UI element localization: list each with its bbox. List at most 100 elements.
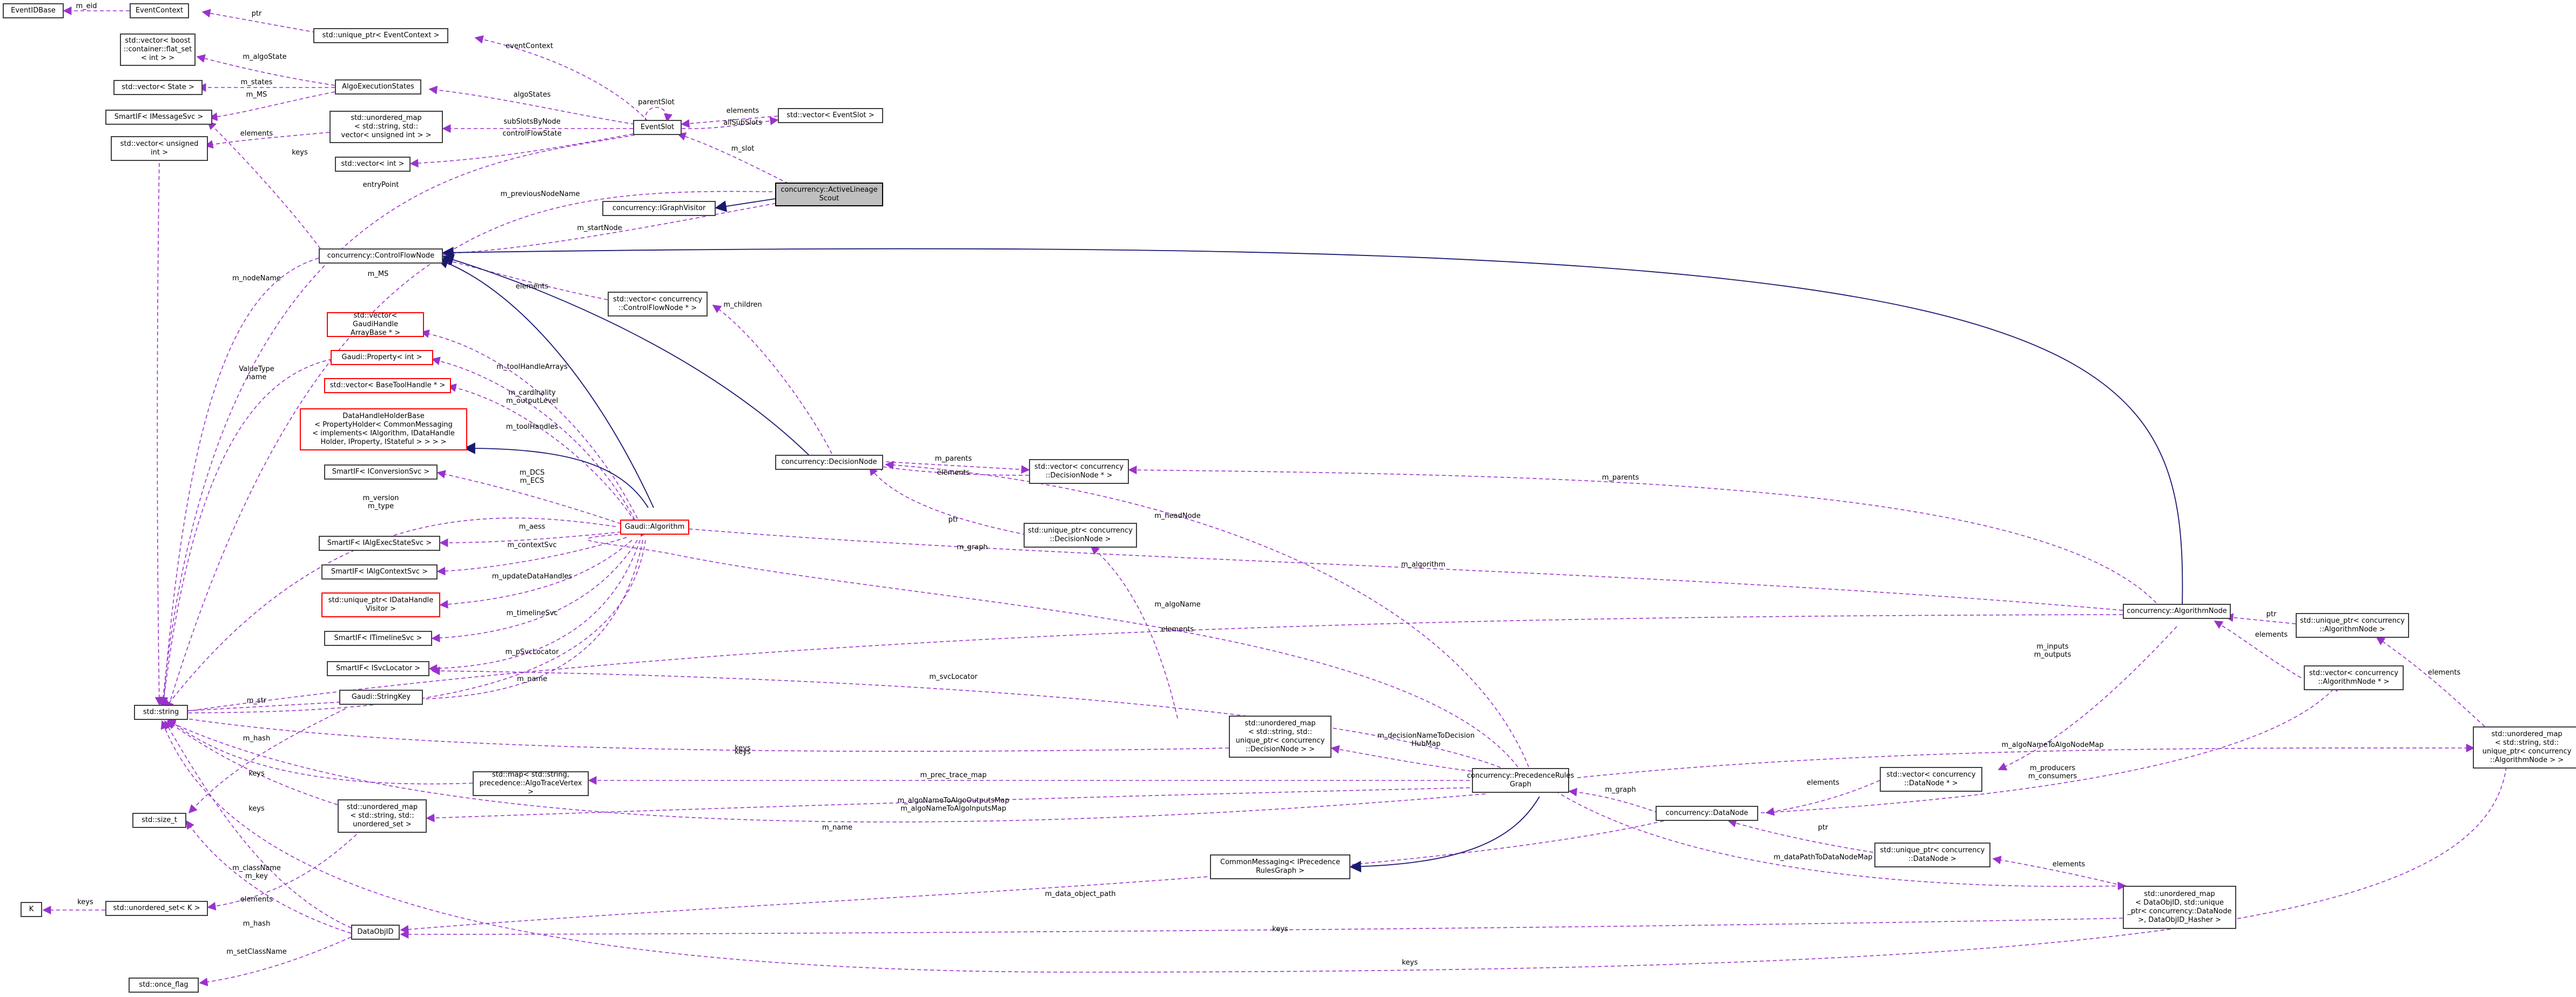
- edge-label: elements: [726, 107, 759, 115]
- node-decisionnode[interactable]: concurrency::DecisionNode: [775, 455, 883, 470]
- node-eventcontext[interactable]: EventContext: [130, 3, 189, 18]
- edge-an-alg: [680, 524, 2123, 611]
- edge-stringkey-sizet: [188, 708, 346, 814]
- edge-label: m_contextSvc: [507, 541, 557, 549]
- edge-label: m_str: [246, 697, 267, 705]
- edge-cfn-smartif-msg: [207, 120, 325, 254]
- node-algorithmnode[interactable]: concurrency::AlgorithmNode: [2123, 604, 2231, 619]
- node-vector-unsigned-int[interactable]: std::vector< unsigned int >: [111, 136, 208, 161]
- node-activelineagescout[interactable]: concurrency::ActiveLineage Scout: [775, 183, 883, 206]
- node-dataobjid[interactable]: DataObjID: [351, 925, 400, 940]
- edge-label: m_slot: [731, 145, 755, 153]
- edge-label: m_decisionNameToDecision HubMap: [1377, 732, 1475, 748]
- edge-uptrdatanode-datanode: [1727, 819, 1880, 854]
- node-gaudi-property-int[interactable]: Gaudi::Property< int >: [331, 350, 433, 365]
- node-vector-int[interactable]: std::vector< int >: [335, 157, 411, 172]
- node-vector-flatset[interactable]: std::vector< boost ::container::flat_set…: [120, 33, 196, 66]
- edge-label: keys: [248, 770, 265, 778]
- node-smartif-itimelinesvc[interactable]: SmartIF< ITimelineSvc >: [324, 631, 432, 646]
- collaboration-diagram: EventIDBase EventContext std::vector< bo…: [0, 0, 2576, 997]
- node-once-flag[interactable]: std::once_flag: [129, 978, 199, 993]
- edge-label: m_hash: [243, 920, 271, 928]
- node-unique-ptr-datanode[interactable]: std::unique_ptr< concurrency ::DataNode …: [1874, 843, 1990, 867]
- node-vector-cfn-ptr[interactable]: std::vector< concurrency ::ControlFlowNo…: [608, 292, 708, 316]
- node-datahandleholderbase[interactable]: DataHandleHolderBase < PropertyHolder< C…: [300, 408, 467, 450]
- node-precedencerulesgraph[interactable]: concurrency::PrecedenceRules Graph: [1467, 768, 1574, 793]
- edge-van-an: [2214, 621, 2302, 678]
- edge-label: m_graph: [957, 543, 988, 551]
- node-iprecedencerulesgraph[interactable]: CommonMessaging< IPrecedence RulesGraph …: [1210, 854, 1350, 879]
- edge-label: m_parents: [1602, 474, 1639, 482]
- edge-label: elements: [2052, 860, 2086, 868]
- node-vector-datanode-ptr[interactable]: std::vector< concurrency ::DataNode * >: [1880, 767, 1982, 792]
- node-datanode[interactable]: concurrency::DataNode: [1656, 806, 1758, 821]
- edge-decision-cfn: [442, 254, 811, 457]
- node-smartif-isvclocator[interactable]: SmartIF< ISvcLocator >: [327, 661, 429, 676]
- edge-label: m_eid: [76, 2, 97, 10]
- node-gaudi-stringkey[interactable]: Gaudi::StringKey: [339, 690, 423, 705]
- edge-label: controlFlowState: [502, 130, 562, 138]
- node-k[interactable]: K: [21, 902, 42, 917]
- edge-label: elements: [1806, 779, 1840, 787]
- edge-datanode-graph: [1568, 787, 1659, 813]
- node-smartif-imessagesvc[interactable]: SmartIF< IMessageSvc >: [105, 110, 212, 125]
- edge-label: ptr: [948, 516, 959, 524]
- edge-tracemap-string: [166, 717, 473, 785]
- edge-uptran-an: [2224, 613, 2296, 624]
- edge-scout-igraphvisitor: [715, 198, 776, 212]
- edge-label: elements: [240, 895, 273, 904]
- node-unordered-map-dataobjid[interactable]: std::unordered_map < DataObjID, std::uni…: [2123, 886, 2236, 929]
- node-eventslot[interactable]: EventSlot: [633, 120, 682, 135]
- edge-alg-timeline: [431, 540, 638, 643]
- edge-label: elements: [2255, 631, 2288, 639]
- node-unordered-map-unordered-set[interactable]: std::unordered_map < std::string, std:: …: [338, 799, 427, 833]
- node-vector-state[interactable]: std::vector< State >: [113, 80, 203, 95]
- node-smartif-iconversionsvc[interactable]: SmartIF< IConversionSvc >: [324, 464, 438, 480]
- edge-label: ptr: [251, 10, 262, 18]
- edge-alg-vbth: [447, 383, 635, 522]
- node-unique-ptr-algorithmnode[interactable]: std::unique_ptr< concurrency ::Algorithm…: [2296, 613, 2409, 638]
- node-vector-basetoolhandle[interactable]: std::vector< BaseToolHandle * >: [324, 378, 451, 393]
- edge-label: m_pSvcLocator: [505, 648, 559, 656]
- node-unordered-map-decisionnode[interactable]: std::unordered_map < std::string, std:: …: [1229, 716, 1331, 758]
- node-vector-algorithmnode-ptr[interactable]: std::vector< concurrency ::AlgorithmNode…: [2304, 665, 2404, 690]
- edge-label: m_hash: [243, 735, 271, 743]
- edge-label: m_DCS m_ECS: [519, 469, 545, 485]
- edge-eventslot-uptrctx: [474, 35, 649, 122]
- edge-graph-decision: [885, 461, 1529, 767]
- node-unordered-map-algorithmnode[interactable]: std::unordered_map < std::string, std:: …: [2473, 726, 2576, 769]
- node-unique-ptr-idatahandlevisitor[interactable]: std::unique_ptr< IDataHandle Visitor >: [321, 592, 440, 617]
- node-vector-gaudihandlearraybase[interactable]: std::vector< GaudiHandle ArrayBase * >: [327, 312, 424, 337]
- node-smartif-ialgexecstatesvc[interactable]: SmartIF< IAlgExecStateSvc >: [319, 536, 440, 551]
- edge-label: keys: [1402, 959, 1418, 967]
- node-vector-eventslot[interactable]: std::vector< EventSlot >: [778, 108, 883, 123]
- edge-label: m_data_object_path: [1045, 890, 1116, 898]
- edge-label: m_svcLocator: [929, 673, 978, 681]
- node-size-t[interactable]: std::size_t: [132, 813, 186, 828]
- node-eventidbase[interactable]: EventIDBase: [3, 3, 64, 18]
- node-gaudi-algorithm[interactable]: Gaudi::Algorithm: [620, 520, 689, 535]
- node-unordered-map-string-vector[interactable]: std::unordered_map < std::string, std:: …: [329, 111, 443, 143]
- node-controlflownode[interactable]: concurrency::ControlFlowNode: [319, 248, 443, 264]
- node-igraphvisitor[interactable]: concurrency::IGraphVisitor: [602, 201, 716, 216]
- edge-label: m_algorithm: [1401, 561, 1445, 569]
- node-smartif-ialgcontextsvc[interactable]: SmartIF< IAlgContextSvc >: [321, 564, 438, 580]
- node-algoexecutionstates[interactable]: AlgoExecutionStates: [335, 79, 421, 95]
- node-unique-ptr-decisionnode[interactable]: std::unique_ptr< concurrency ::DecisionN…: [1024, 523, 1137, 548]
- edge-label: keys: [735, 744, 751, 752]
- node-vector-decisionnode-ptr[interactable]: std::vector< concurrency ::DecisionNode …: [1029, 459, 1129, 484]
- edge-label: entryPoint: [362, 181, 399, 189]
- edge-graph-iprecedence: [1349, 796, 1540, 873]
- node-unordered-set-k[interactable]: std::unordered_set< K >: [105, 901, 208, 916]
- edge-graph-umapdataobj: [1555, 791, 2127, 891]
- edge-label: ptr: [2266, 610, 2277, 618]
- edge-cfn-string: [159, 258, 319, 709]
- node-unique-ptr-eventcontext[interactable]: std::unique_ptr< EventContext >: [313, 28, 448, 43]
- edge-umapdataobj-dataobjid: [400, 918, 2123, 939]
- edge-label: m_algoState: [243, 53, 287, 61]
- edge-decision-vcfn: [712, 305, 832, 454]
- edge-an-string: [166, 614, 2123, 717]
- node-std-string[interactable]: std::string: [134, 705, 188, 720]
- node-map-algotracevertex[interactable]: std::map< std::string, precedence::AlgoT…: [473, 771, 589, 796]
- edge-label: ValueType name: [239, 365, 274, 381]
